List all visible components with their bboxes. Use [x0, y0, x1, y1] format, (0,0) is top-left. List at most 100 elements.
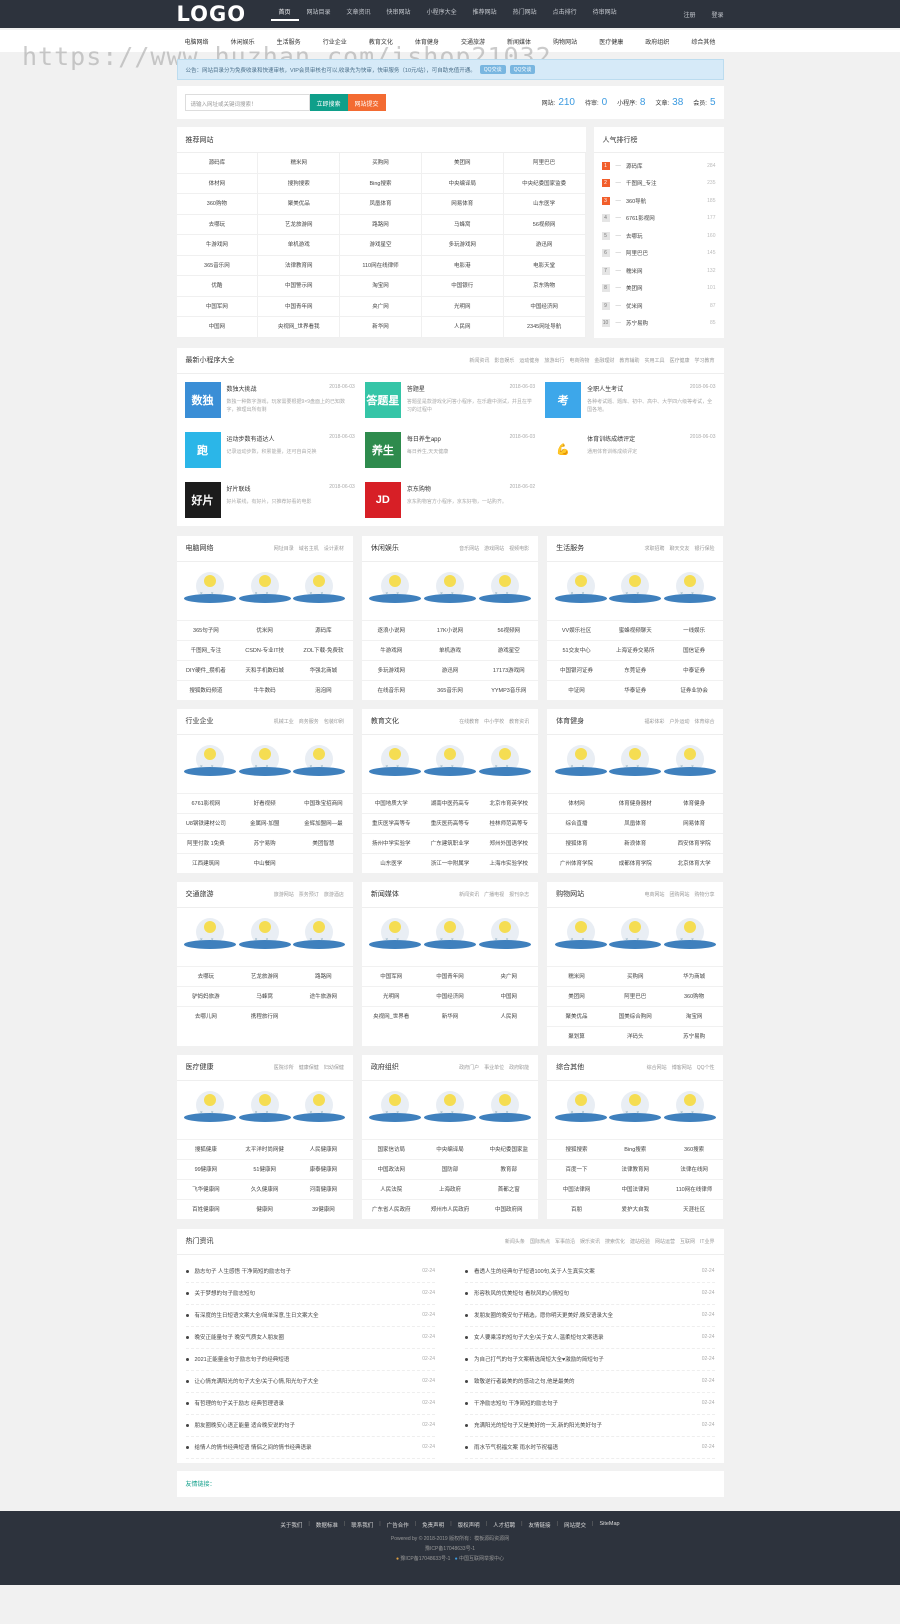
- miniapp-name[interactable]: 答题星: [407, 384, 425, 393]
- category-site-link[interactable]: 中国珠宝招商网: [294, 792, 353, 813]
- category-site-link[interactable]: 51交友中心: [547, 639, 606, 660]
- miniapp-tag[interactable]: 实用工具: [644, 357, 664, 364]
- category-site-link[interactable]: 上海市实验学校: [479, 852, 539, 873]
- category-tag[interactable]: 购物分享: [694, 891, 714, 898]
- rank-name[interactable]: 去哪玩: [626, 232, 643, 240]
- category-site-link[interactable]: 综合直播: [547, 812, 606, 833]
- category-tag[interactable]: 商务服务: [299, 718, 319, 725]
- rank-name[interactable]: 阿里巴巴: [626, 249, 648, 257]
- category-nav-item[interactable]: 医疗健康: [599, 37, 623, 46]
- category-tag[interactable]: 体育综合: [694, 718, 714, 725]
- category-tag[interactable]: 游戏网站: [484, 545, 504, 552]
- footer-link[interactable]: 版权声明: [458, 1521, 480, 1529]
- category-site-link[interactable]: 泡泡网: [294, 679, 353, 700]
- miniapp-name[interactable]: 数独大挑战: [227, 384, 257, 393]
- news-item[interactable]: 形容秋风的优美短句 看秋风的心情短句 02-24: [465, 1283, 715, 1305]
- nav-item[interactable]: 小程序大全: [419, 7, 465, 21]
- category-site-link[interactable]: 西安体育学院: [664, 832, 724, 853]
- category-site-link[interactable]: 好看视频: [235, 792, 295, 813]
- category-site-link[interactable]: 康泰健康网: [294, 1158, 353, 1179]
- placeholder-image-icon[interactable]: ××: [293, 1089, 346, 1133]
- category-site-link[interactable]: 桂林师范高等专: [479, 812, 539, 833]
- miniapp-tag[interactable]: 电商购物: [569, 357, 589, 364]
- miniapp-item[interactable]: 养生 每日养生app 2018-06-03 每日养生,天天健康: [364, 431, 535, 468]
- news-item[interactable]: 雨水节气祝福文案 雨水时节祝福语 02-24: [465, 1437, 715, 1459]
- news-item[interactable]: 为自己打气的句子文案精选简短大全♥激励的简短句子 02-24: [465, 1349, 715, 1371]
- miniapp-item[interactable]: 数独 数独大挑战 2018-06-03 数独一种数字游戏，玩家需要根据9×9盘面上的已…: [184, 381, 355, 418]
- category-site-link[interactable]: 华为商城: [664, 965, 724, 986]
- category-site-link[interactable]: 国防部: [420, 1158, 480, 1179]
- category-site-link[interactable]: 中国经济网: [420, 985, 480, 1006]
- category-site-link[interactable]: 体材网: [547, 792, 606, 813]
- category-site-link[interactable]: 源码库: [294, 619, 353, 640]
- category-site-link[interactable]: Bing搜索: [605, 1138, 665, 1159]
- miniapp-name[interactable]: 运动步数有道达人: [227, 434, 275, 443]
- category-site-link[interactable]: 马蜂窝: [235, 985, 295, 1006]
- recommend-site-link[interactable]: 56视频网: [503, 214, 586, 235]
- category-site-link[interactable]: 驴妈妈旅游: [176, 985, 236, 1006]
- placeholder-image-icon[interactable]: ××: [183, 743, 236, 787]
- recommend-site-link[interactable]: 中国网: [176, 317, 259, 338]
- recommend-site-link[interactable]: 路路网: [340, 214, 422, 235]
- recommend-site-link[interactable]: 2345网址导航: [503, 317, 586, 338]
- category-title[interactable]: 综合其他: [556, 1062, 584, 1072]
- nav-item[interactable]: 热门网站: [505, 7, 545, 21]
- category-site-link[interactable]: 百朋: [547, 1198, 606, 1219]
- placeholder-image-icon[interactable]: ××: [369, 570, 422, 614]
- category-site-link[interactable]: 广东建筑职业学: [420, 832, 480, 853]
- category-site-link[interactable]: DIY硬件_攒机者: [176, 659, 236, 680]
- category-site-link[interactable]: 中国政府网: [479, 1198, 539, 1219]
- category-site-link[interactable]: 重庆医药高等专: [420, 812, 480, 833]
- miniapp-name[interactable]: 京东购物: [407, 484, 431, 493]
- category-site-link[interactable]: 苏宁易购: [235, 832, 295, 853]
- category-site-link[interactable]: 游戏星空: [479, 639, 539, 660]
- placeholder-image-icon[interactable]: ××: [423, 916, 476, 960]
- news-tag[interactable]: 军事前沿: [555, 1238, 575, 1245]
- category-site-link[interactable]: 中央编译局: [420, 1138, 480, 1159]
- recommend-site-link[interactable]: 去哪玩: [176, 214, 259, 235]
- placeholder-image-icon[interactable]: ××: [478, 916, 531, 960]
- news-item[interactable]: 有深度的生日短语文案大全/简单深意,生日文案大全 02-24: [185, 1305, 435, 1327]
- category-tag[interactable]: 在线教育: [459, 718, 479, 725]
- category-site-link[interactable]: 6761影视网: [176, 792, 236, 813]
- category-site-link[interactable]: 365句子网: [176, 619, 236, 640]
- recommend-site-link[interactable]: 网易体育: [421, 194, 504, 215]
- category-title[interactable]: 新闻媒体: [371, 889, 399, 899]
- category-nav-item[interactable]: 休闲娱乐: [231, 37, 255, 46]
- category-site-link[interactable]: 牛牛数码: [235, 679, 295, 700]
- category-tag[interactable]: 域名主机: [299, 545, 319, 552]
- category-site-link[interactable]: 携程旅行网: [235, 1005, 295, 1026]
- category-site-link[interactable]: 央广网: [479, 965, 539, 986]
- recommend-site-link[interactable]: 马蜂窝: [421, 214, 504, 235]
- nav-item[interactable]: 网站目录: [299, 7, 339, 21]
- category-tag[interactable]: 教育资讯: [509, 718, 529, 725]
- rank-item[interactable]: 4 — 6761影视网 177: [594, 210, 724, 228]
- news-title[interactable]: 朋友圈晚安心语正能量 适合晚安说的句子: [195, 1421, 296, 1429]
- category-site-link[interactable]: 法律在线网: [664, 1158, 724, 1179]
- category-tag[interactable]: 包装印刷: [324, 718, 344, 725]
- category-site-link[interactable]: 搜狐数码频道: [176, 679, 236, 700]
- placeholder-image-icon[interactable]: ××: [664, 570, 717, 614]
- category-site-link[interactable]: 北京市育英学校: [479, 792, 539, 813]
- nav-item[interactable]: 快审网站: [379, 7, 419, 21]
- news-item[interactable]: 给情人的情书经典短语 情侣之间的情书经典语录 02-24: [185, 1437, 435, 1459]
- placeholder-image-icon[interactable]: ××: [609, 743, 662, 787]
- category-site-link[interactable]: 广州体育学院: [547, 852, 606, 873]
- category-site-link[interactable]: 中国法律网: [605, 1178, 665, 1199]
- category-site-link[interactable]: 蜜蜂视频聊天: [605, 619, 665, 640]
- miniapp-tag[interactable]: 金融理财: [594, 357, 614, 364]
- category-site-link[interactable]: 单机游戏: [420, 639, 480, 660]
- recommend-site-link[interactable]: 央视网_世界看我: [258, 317, 341, 338]
- nav-item[interactable]: 推荐网站: [465, 7, 505, 21]
- category-site-link[interactable]: 河南健康网: [294, 1178, 353, 1199]
- category-title[interactable]: 电脑网络: [186, 543, 214, 553]
- rank-item[interactable]: 6 — 阿里巴巴 145: [594, 245, 724, 263]
- miniapp-item[interactable]: 答题星 答题星 2018-06-03 答题星是款游戏化问答小程序，在乐趣中测试，并且在…: [364, 381, 535, 418]
- category-site-link[interactable]: 人民法院: [361, 1178, 421, 1199]
- category-site-link[interactable]: CSDN-专业IT技: [235, 639, 295, 660]
- placeholder-image-icon[interactable]: ××: [554, 743, 607, 787]
- category-site-link[interactable]: 山东医学: [361, 852, 421, 873]
- recommend-site-link[interactable]: 中国警示网: [258, 276, 341, 297]
- category-site-link[interactable]: 上海证券交易所: [605, 639, 665, 660]
- category-site-link[interactable]: 重庆医学高等专: [361, 812, 421, 833]
